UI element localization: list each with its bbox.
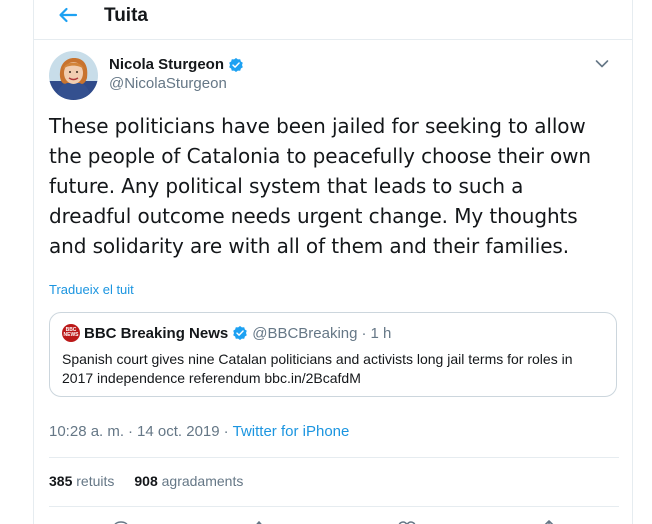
likes-count: 908 (134, 473, 158, 489)
quoted-text-line: Spanish court gives nine Catalan politic… (62, 351, 573, 367)
separator-dot: · (361, 324, 367, 342)
likes-stat[interactable]: 908 agradaments (134, 473, 243, 489)
quoted-tweet-header: BBC NEWS BBC Breaking News @BBCBreaking … (62, 324, 391, 342)
tweet-text-line: the people of Catalonia to peacefully ch… (49, 144, 591, 168)
share-icon[interactable] (539, 519, 559, 524)
retweets-count: 385 (49, 473, 73, 489)
tweet-source-link[interactable]: Twitter for iPhone (233, 423, 350, 440)
avatar[interactable] (49, 51, 98, 100)
divider (49, 457, 619, 458)
author-handle[interactable]: @NicolaSturgeon (109, 75, 244, 92)
verified-badge-icon (233, 326, 248, 340)
tweet-time[interactable]: 10:28 a. m. (49, 423, 124, 440)
tweet-text-line: dreadful outcome needs urgent change. My… (49, 204, 578, 228)
quoted-tweet[interactable]: BBC NEWS BBC Breaking News @BBCBreaking … (49, 312, 617, 397)
reply-icon[interactable] (111, 519, 131, 524)
retweets-stat[interactable]: 385 retuits (49, 473, 114, 489)
tweet-author: Nicola Sturgeon @NicolaSturgeon (49, 51, 619, 101)
verified-badge-icon (229, 57, 243, 72)
tweet-metadata: 10:28 a. m. · 14 oct. 2019 · Twitter for… (49, 423, 349, 440)
separator-dot: · (223, 423, 229, 440)
like-icon[interactable] (397, 519, 417, 524)
author-display-name[interactable]: Nicola Sturgeon (109, 56, 224, 73)
page-header: Tuita (34, 0, 632, 40)
tweet-column: Tuita Nicola Sturgeon @NicolaSturgeon Th… (33, 0, 633, 524)
tweet-text-line: future. Any political system that leads … (49, 174, 524, 198)
quoted-time: 1 h (370, 324, 392, 342)
tweet-text-line: These politicians have been jailed for s… (49, 114, 586, 138)
tweet-actions (49, 515, 619, 524)
bbc-news-logo: BBC NEWS (62, 324, 80, 342)
chevron-down-icon[interactable] (595, 59, 609, 69)
tweet-date[interactable]: 14 oct. 2019 (137, 423, 220, 440)
arrow-left-icon[interactable] (52, 4, 82, 26)
page-title: Tuita (104, 5, 148, 26)
divider (49, 506, 619, 507)
quoted-tweet-text: Spanish court gives nine Catalan politic… (62, 350, 612, 388)
quoted-handle: @BBCBreaking (252, 324, 358, 342)
quoted-display-name: BBC Breaking News (84, 324, 229, 342)
tweet-text-line: and solidarity are with all of them and … (49, 234, 570, 258)
retweets-label: retuits (76, 473, 115, 489)
tweet-text: These politicians have been jailed for s… (49, 111, 619, 261)
retweet-icon[interactable] (254, 519, 274, 524)
tweet-stats: 385 retuits 908 agradaments (49, 473, 243, 489)
author-names: Nicola Sturgeon @NicolaSturgeon (109, 56, 244, 92)
likes-label: agradaments (161, 473, 244, 489)
quoted-text-line: 2017 independence referendum bbc.in/2Bca… (62, 370, 361, 386)
separator-dot: · (128, 423, 134, 440)
translate-tweet-link[interactable]: Tradueix el tuit (49, 282, 134, 297)
